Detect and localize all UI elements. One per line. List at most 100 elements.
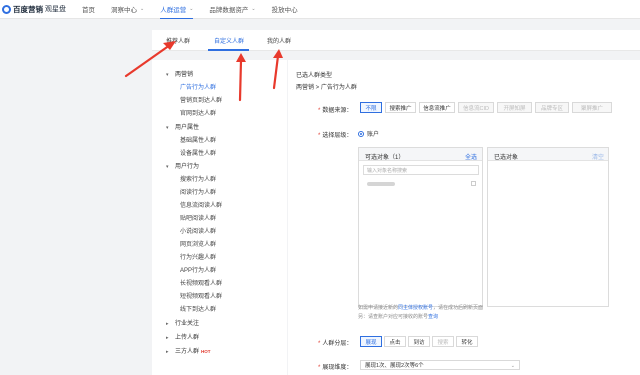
stage-option-search[interactable]: 搜索 (432, 336, 454, 347)
show-dimension-select[interactable]: 展现1次、展现2次等6个 ⌄ (360, 360, 520, 370)
tab-custom[interactable]: 自定义人群 (214, 36, 244, 45)
nav-brand-assets-label: 品牌数据资产 (209, 7, 249, 14)
hint-line-2: 另：请查账户对应可接收的账号查询 (358, 313, 438, 320)
stage-option-impression[interactable]: 展现 (360, 336, 382, 347)
audience-subtabs: 推荐人群 自定义人群 我的人群 (152, 30, 640, 51)
chevron-down-icon: ⌄ (251, 6, 256, 12)
source-option-feed-cid[interactable]: 信息流CID (458, 102, 494, 113)
nav-home[interactable]: 首页 (82, 0, 95, 19)
selectable-objects-panel: 可选对象（1） 全选 输入对象名称搜索 (358, 147, 483, 307)
tree-item-short-video[interactable]: 短视频观看人群 (180, 291, 222, 300)
source-option-all[interactable]: 不限 (360, 102, 382, 113)
nav-home-label: 首页 (82, 7, 95, 14)
tree-item-web-browse[interactable]: 网页浏览人群 (180, 239, 216, 248)
source-option-brand-zone[interactable]: 品牌专区 (535, 102, 569, 113)
data-source-label-text: 数据来源： (322, 108, 353, 114)
tree-group-upload[interactable]: ▸ 上传人群 (166, 332, 199, 341)
tree-item-basic-attr[interactable]: 基础属性人群 (180, 135, 216, 144)
brand-name: 百度营销 (13, 4, 43, 14)
nav-delivery[interactable]: 投放中心 (272, 0, 298, 19)
stage-option-convert[interactable]: 转化 (456, 336, 478, 347)
source-option-screen[interactable]: 聚屏推广 (572, 102, 612, 113)
hint1-text-pre: 如需申请接近新的 (358, 305, 399, 311)
show-dimension-label: * 展现维度： (318, 365, 353, 371)
caret-right-icon: ▸ (166, 335, 169, 341)
chevron-down-icon: ⌄ (140, 6, 145, 12)
tree-group-label: 上传人群 (175, 335, 200, 341)
top-nav: 百度营销 观星盘 首页 洞察中心 ⌄ 人群运营 ⌄ 品牌数据资产 ⌄ 投放中心 (0, 0, 640, 19)
tree-group-label: 两营销 (175, 72, 194, 78)
tree-item-tieba[interactable]: 贴吧阅读人群 (180, 213, 216, 222)
tree-group-user-attr[interactable]: ▾ 用户属性 (166, 122, 199, 131)
level-label-text: 选择层级： (322, 133, 353, 139)
brand-logo[interactable]: 百度营销 观星盘 (2, 4, 66, 15)
tree-group-third-party[interactable]: ▸ 三方人群 HOT (166, 346, 211, 355)
object-checkbox[interactable] (471, 181, 476, 186)
source-option-splash[interactable]: 开屏知屏 (497, 102, 532, 113)
source-option-feed[interactable]: 信息流推广 (419, 102, 455, 113)
tree-group-label: 行业关注 (175, 321, 200, 327)
select-all-link[interactable]: 全选 (465, 152, 477, 161)
tree-item-device-attr[interactable]: 设备属性人群 (180, 148, 216, 157)
tree-item-interest[interactable]: 行为兴趣人群 (180, 252, 216, 261)
query-link[interactable]: 查询 (428, 314, 438, 320)
data-source-label: * 数据来源： (318, 108, 353, 114)
tree-item-ad-behavior[interactable]: 广告行为人群 (180, 82, 216, 91)
source-option-search[interactable]: 搜索推广 (385, 102, 416, 113)
audience-stage-label: * 人群分层： (318, 341, 353, 347)
tree-item-long-video[interactable]: 长视频观看人群 (180, 278, 222, 287)
tree-item-app[interactable]: APP行为人群 (180, 265, 216, 274)
tree-group-marketing[interactable]: ▾ 两营销 (166, 69, 193, 78)
object-search-input[interactable]: 输入对象名称搜索 (363, 165, 479, 175)
tree-item-website[interactable]: 官网到达人群 (180, 108, 216, 117)
hint-line-1: 如需申请接近新的同主体授权账号，请在成功后刷新页面 (358, 304, 483, 311)
caret-right-icon: ▸ (166, 321, 169, 327)
nav-insight-label: 洞察中心 (111, 7, 137, 14)
breadcrumb: 两营销 > 广告行为人群 (296, 85, 357, 91)
level-radio-account[interactable]: 账户 (358, 129, 379, 138)
caret-right-icon: ▸ (166, 349, 169, 355)
tree-group-industry[interactable]: ▸ 行业关注 (166, 318, 199, 327)
audience-category-tree: ▾ 两营销 广告行为人群 营销页到达人群 官网到达人群 ▾ 用户属性 基础属性人群 … (152, 60, 287, 375)
tab-mine[interactable]: 我的人群 (267, 36, 291, 45)
selected-objects-panel: 已选对象 清空 (487, 147, 609, 307)
selected-title: 已选对象 (494, 155, 519, 161)
hint1-text-post: ，请在成功后刷新页面 (433, 305, 484, 311)
tree-group-label: 用户属性 (175, 125, 200, 131)
clear-selected-link[interactable]: 清空 (592, 152, 604, 161)
active-tab-indicator (208, 49, 249, 51)
audience-stage-label-text: 人群分层： (322, 341, 353, 347)
chevron-down-icon: ⌄ (510, 363, 515, 369)
chevron-down-icon: ⌄ (189, 5, 194, 12)
nav-delivery-label: 投放中心 (271, 7, 298, 14)
tree-item-feed-reading[interactable]: 信息流阅读人群 (180, 200, 222, 209)
nav-audience-ops[interactable]: 人群运营 ⌄ (160, 0, 194, 19)
tree-item-offline[interactable]: 线下到达人群 (180, 304, 216, 313)
radio-checked-icon (358, 130, 364, 137)
caret-down-icon: ▾ (166, 125, 169, 131)
tree-item-novel[interactable]: 小说阅读人群 (180, 226, 216, 235)
nav-brand-assets[interactable]: 品牌数据资产 ⌄ (209, 0, 255, 19)
tree-item-search[interactable]: 搜索行为人群 (180, 174, 216, 183)
tree-item-reading[interactable]: 阅读行为人群 (180, 187, 216, 196)
nav-insight[interactable]: 洞察中心 ⌄ (111, 0, 144, 19)
object-item-redacted (367, 182, 395, 186)
selectable-title: 可选对象（1） (365, 155, 405, 161)
tree-group-label: 三方人群 (175, 349, 200, 355)
tree-group-label: 用户行为 (175, 164, 200, 170)
show-dimension-value: 展现1次、展现2次等6个 (365, 363, 424, 369)
tree-item-landing-page[interactable]: 营销页到达人群 (180, 95, 222, 104)
tab-recommended[interactable]: 推荐人群 (166, 36, 190, 45)
section-title: 已选人群类型 (296, 73, 333, 79)
tree-group-user-behavior[interactable]: ▾ 用户行为 (166, 161, 199, 170)
nav-audience-ops-label: 人群运营 (160, 6, 187, 14)
authorize-account-link[interactable]: 同主体授权账号 (398, 305, 433, 311)
audience-config-panel: 已选人群类型 两营销 > 广告行为人群 * 数据来源： 不限 搜索推广 信息流推广… (288, 60, 640, 375)
level-radio-label: 账户 (367, 132, 380, 138)
baidu-logo-icon (2, 4, 11, 14)
stage-option-visit[interactable]: 到访 (408, 336, 430, 347)
caret-down-icon: ▾ (166, 72, 169, 78)
caret-down-icon: ▾ (166, 164, 169, 170)
stage-option-click[interactable]: 点击 (384, 336, 406, 347)
hint2-text-pre: 另：请查账户对应可接收的账号 (358, 314, 429, 320)
